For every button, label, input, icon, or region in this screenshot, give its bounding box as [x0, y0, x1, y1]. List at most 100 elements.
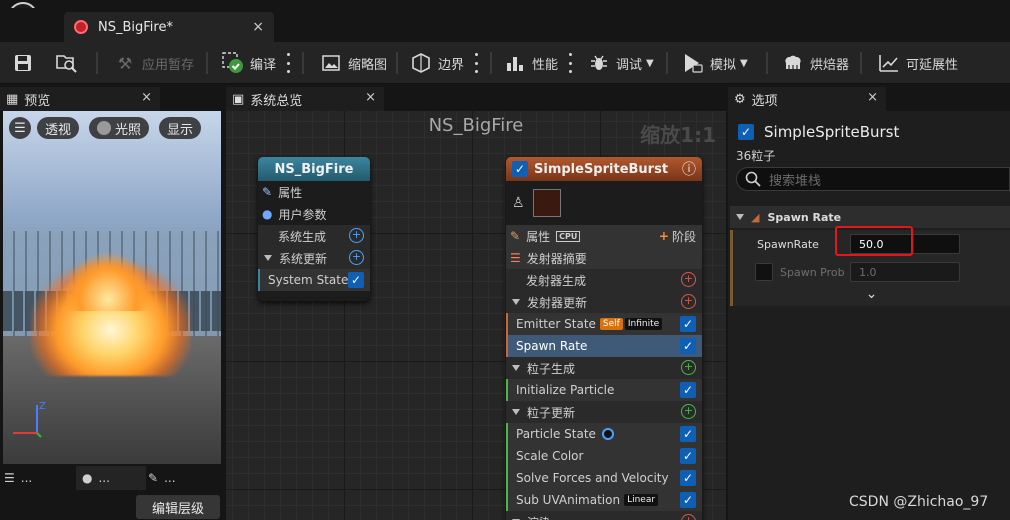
spawn-prob-input[interactable]: 1.0	[850, 262, 960, 282]
bounds-options-icon[interactable]	[474, 53, 478, 73]
add-module-icon[interactable]: +	[349, 250, 364, 265]
particle-spawn-row[interactable]: 粒子生成 +	[506, 357, 702, 379]
bounds-icon	[410, 52, 432, 74]
enabled-checkbox[interactable]: ✓	[680, 448, 696, 464]
viewport-menu-button[interactable]: ☰	[9, 117, 31, 139]
system-graph-canvas[interactable]: NS_BigFire 缩放1:1 NS_BigFire ✎ 属性 ● 用户参数 …	[226, 111, 726, 520]
baker-hat-icon	[782, 52, 804, 74]
add-module-icon[interactable]: +	[681, 294, 696, 309]
preview-viewport[interactable]: ☰ 透视 光照 显示 Z	[3, 111, 221, 464]
browse-button[interactable]	[56, 48, 84, 78]
add-module-icon[interactable]: +	[681, 404, 696, 419]
show-button[interactable]: 显示	[159, 117, 202, 139]
system-properties-row[interactable]: ✎ 属性	[258, 181, 370, 203]
scalability-button[interactable]: 可延展性	[878, 48, 958, 78]
enabled-checkbox[interactable]: ✓	[680, 492, 696, 508]
enabled-checkbox[interactable]: ✓	[680, 338, 696, 354]
watermark: CSDN @Zhichao_97	[849, 494, 989, 510]
particle-update-row[interactable]: 粒子更新 +	[506, 401, 702, 423]
thumbnail-button[interactable]: 缩略图	[320, 48, 387, 78]
document-tab[interactable]: NS_BigFire* ×	[64, 12, 274, 42]
emitter-properties-row[interactable]: ✎ 属性 CPU + 阶段	[506, 225, 702, 247]
system-overview-tab[interactable]: ▣ 系统总览 ×	[226, 87, 384, 111]
close-overview-icon[interactable]: ×	[365, 90, 376, 105]
apply-pending-button[interactable]: ⚒ 应用暂存	[114, 48, 194, 78]
performance-button[interactable]: 性能	[504, 48, 558, 78]
niagara-system-icon	[74, 20, 88, 34]
close-preview-icon[interactable]: ×	[141, 90, 152, 105]
system-state-row[interactable]: System State ✓	[258, 269, 370, 291]
bottom-tab-2[interactable]: ●...	[76, 466, 146, 490]
self-badge: Self	[599, 318, 623, 330]
expand-advanced-button[interactable]: ⌄	[730, 286, 1010, 306]
performance-bars-icon	[504, 52, 526, 74]
stage-button[interactable]: + 阶段	[659, 228, 696, 245]
details-emitter-header: ✓ SimpleSpriteBurst	[738, 123, 899, 141]
emitter-enabled-checkbox[interactable]: ✓	[738, 124, 754, 140]
enabled-checkbox[interactable]: ✓	[680, 316, 696, 332]
browse-icon	[56, 52, 78, 74]
module-icon: ◢	[751, 210, 760, 224]
edit-layer-button[interactable]: 编辑层级	[136, 495, 220, 519]
add-module-icon[interactable]: +	[349, 228, 364, 243]
simulation-dropdown-icon: ▼	[740, 57, 748, 69]
collapse-arrow-icon	[736, 214, 744, 220]
svg-text:Z: Z	[39, 401, 46, 412]
emitter-update-row[interactable]: 发射器更新 +	[506, 291, 702, 313]
preview-panel-tab[interactable]: ▦ 预览 ×	[0, 87, 160, 111]
compile-check-icon	[222, 52, 244, 74]
emitter-spawn-row[interactable]: 发射器生成 +	[506, 269, 702, 291]
baker-label: 烘焙器	[810, 57, 850, 73]
emitter-enabled-checkbox[interactable]: ✓	[512, 161, 528, 177]
close-tab-icon[interactable]: ×	[252, 19, 264, 35]
save-button[interactable]	[12, 48, 40, 78]
preview-bottom-tabs: ☰... ●... ✎...	[0, 464, 224, 490]
particle-state-row[interactable]: Particle State ✓	[506, 423, 702, 445]
render-row[interactable]: 渲染 +	[506, 511, 702, 520]
emitter-state-row[interactable]: Emitter State Self Infinite ✓	[506, 313, 702, 335]
scale-color-row[interactable]: Scale Color ✓	[506, 445, 702, 467]
spawn-prob-checkbox[interactable]	[755, 263, 773, 281]
preview-tab-label: 预览	[24, 93, 51, 109]
enabled-checkbox[interactable]: ✓	[680, 470, 696, 486]
bottom-tab-1[interactable]: ☰...	[4, 466, 74, 490]
enabled-checkbox[interactable]: ✓	[680, 426, 696, 442]
baker-button[interactable]: 烘焙器	[782, 48, 849, 78]
info-icon[interactable]: ⓘ	[682, 159, 696, 179]
simulation-button[interactable]: 模拟 ▼	[682, 48, 748, 78]
debug-button[interactable]: 调试 ▼	[588, 48, 654, 78]
emitter-summary-row[interactable]: ☰ 发射器摘要	[506, 247, 702, 269]
system-node[interactable]: NS_BigFire ✎ 属性 ● 用户参数 系统生成 + 系统更新 + Sys…	[258, 157, 370, 301]
compile-button[interactable]: 编译	[222, 48, 276, 78]
sub-uv-animation-row[interactable]: Sub UVAnimation Linear ✓	[506, 489, 702, 511]
bounds-button[interactable]: 边界	[410, 48, 464, 78]
system-spawn-row[interactable]: 系统生成 +	[258, 225, 370, 247]
close-options-icon[interactable]: ×	[867, 90, 878, 105]
user-params-row[interactable]: ● 用户参数	[258, 203, 370, 225]
solve-forces-row[interactable]: Solve Forces and Velocity ✓	[506, 467, 702, 489]
lighting-button[interactable]: 光照	[89, 117, 150, 139]
perspective-button[interactable]: 透视	[37, 117, 80, 139]
bottom-tab-3[interactable]: ✎...	[148, 466, 218, 490]
spawn-rate-section-header[interactable]: ◢ Spawn Rate	[730, 206, 1010, 228]
compile-options-icon[interactable]	[286, 53, 290, 73]
options-panel-tab[interactable]: ⚙ 选项 ×	[728, 87, 886, 111]
initialize-particle-row[interactable]: Initialize Particle ✓	[506, 379, 702, 401]
infinite-badge: Infinite	[624, 318, 663, 330]
add-module-icon[interactable]: +	[681, 360, 696, 375]
options-tab-label: 选项	[751, 93, 778, 109]
zoom-indicator: 缩放1:1	[640, 123, 716, 147]
search-stack-input[interactable]: 搜索堆栈	[736, 167, 1010, 191]
summary-list-icon: ☰	[510, 251, 521, 265]
add-module-icon[interactable]: +	[681, 514, 696, 520]
lighting-icon	[97, 121, 111, 135]
spawn-prob-field-row: Spawn Prob 1.0	[730, 258, 1010, 286]
list-icon: ☰	[4, 471, 15, 485]
system-update-row[interactable]: 系统更新 +	[258, 247, 370, 269]
emitter-node[interactable]: ✓ SimpleSpriteBurst ⓘ ♙ ✎ 属性 CPU + 阶段 ☰ …	[506, 157, 702, 520]
add-module-icon[interactable]: +	[681, 272, 696, 287]
enabled-checkbox[interactable]: ✓	[348, 272, 364, 288]
enabled-checkbox[interactable]: ✓	[680, 382, 696, 398]
performance-options-icon[interactable]	[568, 53, 572, 73]
spawn-rate-row[interactable]: Spawn Rate ✓	[506, 335, 702, 357]
